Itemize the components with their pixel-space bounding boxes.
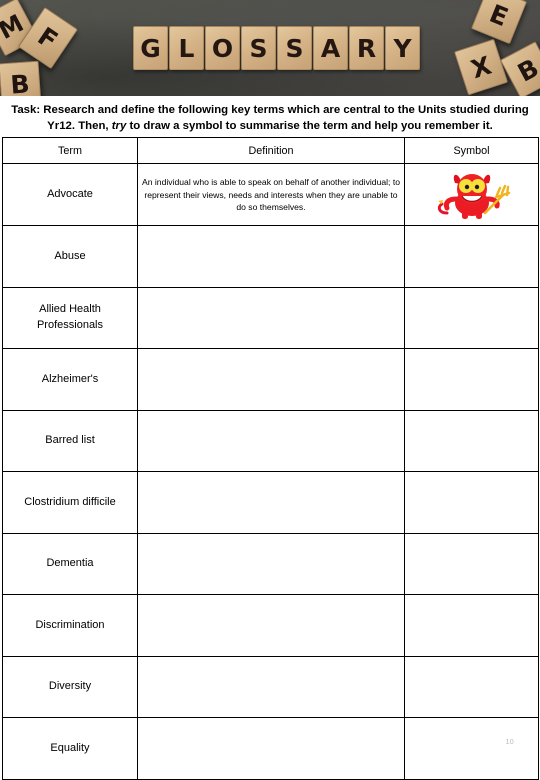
definition-cell[interactable] <box>137 594 405 657</box>
glossary-header-image: M F B E X B G L O S S A R Y <box>0 0 540 96</box>
definition-cell[interactable] <box>137 471 405 534</box>
symbol-cell[interactable] <box>404 348 539 411</box>
table-row: Clostridium difficile <box>2 471 539 534</box>
symbol-cell[interactable] <box>404 409 539 473</box>
column-header-term: Term <box>2 137 138 165</box>
term-cell[interactable]: Advocate <box>2 163 138 227</box>
table-row: Barred list <box>2 409 539 473</box>
term-cell[interactable]: Alzheimer's <box>2 348 138 411</box>
table-row: Equality <box>2 717 539 780</box>
letter-tile-o: O <box>205 26 240 70</box>
definition-cell[interactable] <box>137 409 405 473</box>
task-instruction: Task: Research and define the following … <box>8 103 532 134</box>
page-number: 10 <box>505 739 514 746</box>
glossary-table: Term Definition Symbol Advocate An indiv… <box>2 137 539 780</box>
table-row: Allied Health Professionals <box>2 286 539 350</box>
term-cell[interactable]: Clostridium difficile <box>2 471 138 534</box>
table-row: Diversity <box>2 655 539 719</box>
symbol-cell[interactable] <box>404 717 539 780</box>
column-header-symbol: Symbol <box>404 137 539 165</box>
symbol-cell[interactable] <box>404 532 539 596</box>
symbol-cell[interactable] <box>404 594 539 657</box>
term-cell[interactable]: Abuse <box>2 225 138 288</box>
table-header-row: Term Definition Symbol <box>2 137 539 165</box>
definition-cell[interactable] <box>137 348 405 411</box>
term-cell[interactable]: Discrimination <box>2 594 138 657</box>
definition-cell[interactable] <box>137 717 405 780</box>
symbol-cell[interactable] <box>404 225 539 288</box>
task-emphasis-word: try <box>111 119 127 132</box>
table-row: Discrimination <box>2 594 539 657</box>
letter-tile-s1: S <box>241 26 276 70</box>
task-text-part-2: to draw a symbol to summarise the term a… <box>126 119 493 132</box>
column-header-definition: Definition <box>137 137 405 165</box>
definition-cell[interactable]: An individual who is able to speak on be… <box>137 163 405 227</box>
term-cell[interactable]: Diversity <box>2 655 138 719</box>
definition-cell[interactable] <box>137 225 405 288</box>
symbol-cell[interactable] <box>404 655 539 719</box>
table-row: Abuse <box>2 225 539 288</box>
letter-tile-a: A <box>313 26 348 70</box>
term-cell[interactable]: Dementia <box>2 532 138 596</box>
glossary-worksheet-page: M F B E X B G L O S S A R Y Task: Resear… <box>0 0 540 780</box>
letter-tile-r: R <box>349 26 384 70</box>
red-devil-icon <box>433 169 511 221</box>
symbol-cell[interactable] <box>404 163 539 227</box>
definition-cell[interactable] <box>137 655 405 719</box>
symbol-cell[interactable] <box>404 286 539 350</box>
table-row: Dementia <box>2 532 539 596</box>
definition-cell[interactable] <box>137 532 405 596</box>
glossary-word-tiles: G L O S S A R Y <box>133 26 420 70</box>
term-cell[interactable]: Equality <box>2 717 138 780</box>
definition-cell[interactable] <box>137 286 405 350</box>
task-label: Task: <box>11 104 41 116</box>
letter-tile-s2: S <box>277 26 312 70</box>
term-cell[interactable]: Allied Health Professionals <box>2 286 138 350</box>
table-row: Alzheimer's <box>2 348 539 411</box>
letter-tile-y: Y <box>385 26 420 70</box>
symbol-cell[interactable] <box>404 471 539 534</box>
table-row: Advocate An individual who is able to sp… <box>2 163 539 227</box>
scatter-tile-b-left: B <box>0 60 42 96</box>
letter-tile-g: G <box>133 26 168 70</box>
letter-tile-l: L <box>169 26 204 70</box>
term-cell[interactable]: Barred list <box>2 409 138 473</box>
